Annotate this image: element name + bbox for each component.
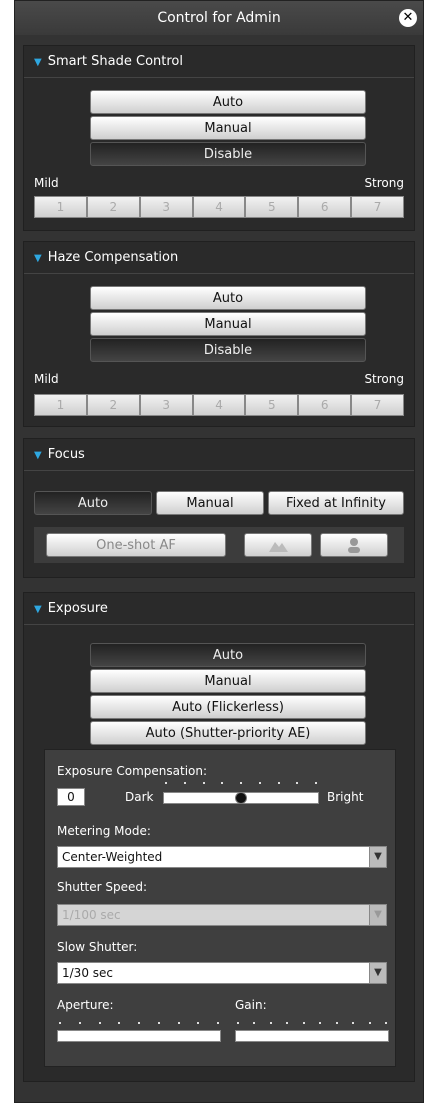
smart-shade-level-2[interactable]: 2 xyxy=(86,196,140,218)
smart-shade-strong-label: Strong xyxy=(364,176,404,190)
smart-shade-level-4[interactable]: 4 xyxy=(192,196,246,218)
control-window: Control for Admin ✕ ▼ Smart Shade Control… xyxy=(14,0,424,1103)
haze-level-5[interactable]: 5 xyxy=(245,394,299,416)
haze-disable-button[interactable]: Disable xyxy=(90,338,366,362)
smart-shade-auto-button[interactable]: Auto xyxy=(90,90,366,114)
exposure-flickerless-button[interactable]: Auto (Flickerless) xyxy=(90,695,366,719)
exposure-panel: ▼ Exposure Auto Manual Auto (Flickerless)… xyxy=(23,592,415,1082)
aperture-ticks xyxy=(59,1022,219,1028)
smart-shade-level-5[interactable]: 5 xyxy=(245,196,299,218)
smart-shade-level-1[interactable]: 1 xyxy=(34,196,87,218)
dark-label: Dark xyxy=(125,790,154,804)
landscape-focus-button[interactable] xyxy=(244,533,312,557)
haze-level-selector: 1 2 3 4 5 6 7 xyxy=(34,394,405,416)
haze-level-6[interactable]: 6 xyxy=(298,394,352,416)
shutter-speed-select[interactable]: 1/100 sec ▼ xyxy=(57,904,387,926)
exposure-title: Exposure xyxy=(47,601,108,616)
bright-label: Bright xyxy=(327,790,364,804)
exposure-settings-group: Exposure Compensation: 0 Dark Bright Met… xyxy=(44,749,396,1067)
compensation-ticks xyxy=(165,782,317,788)
exposure-compensation-value: 0 xyxy=(57,788,85,806)
collapse-triangle-icon: ▼ xyxy=(34,253,42,264)
gain-ticks xyxy=(237,1022,387,1028)
exposure-manual-button[interactable]: Manual xyxy=(90,669,366,693)
portrait-focus-button[interactable] xyxy=(320,533,388,557)
exposure-compensation-slider[interactable] xyxy=(163,792,319,804)
smart-shade-disable-button[interactable]: Disable xyxy=(90,142,366,166)
focus-title: Focus xyxy=(47,447,85,462)
haze-mild-label: Mild xyxy=(34,372,59,386)
haze-level-1[interactable]: 1 xyxy=(34,394,87,416)
focus-actions-area: One-shot AF xyxy=(34,527,404,563)
exposure-shutter-priority-button[interactable]: Auto (Shutter-priority AE) xyxy=(90,721,366,745)
metering-mode-select[interactable]: Center-Weighted ▼ xyxy=(57,846,387,868)
haze-panel: ▼ Haze Compensation Auto Manual Disable M… xyxy=(23,241,415,427)
focus-manual-button[interactable]: Manual xyxy=(156,491,264,515)
collapse-triangle-icon: ▼ xyxy=(34,450,42,461)
aperture-slider[interactable] xyxy=(57,1030,221,1042)
smart-shade-level-selector: 1 2 3 4 5 6 7 xyxy=(34,196,405,218)
haze-level-7[interactable]: 7 xyxy=(351,394,405,416)
slow-shutter-label: Slow Shutter: xyxy=(57,940,138,954)
window-footer xyxy=(15,1084,423,1102)
slider-knob[interactable] xyxy=(235,792,247,804)
one-shot-af-button[interactable]: One-shot AF xyxy=(46,533,226,557)
exposure-auto-button[interactable]: Auto xyxy=(90,643,366,667)
metering-mode-value: Center-Weighted xyxy=(62,850,163,864)
gain-label: Gain: xyxy=(235,998,267,1012)
slow-shutter-value: 1/30 sec xyxy=(62,966,113,980)
haze-level-2[interactable]: 2 xyxy=(86,394,140,416)
exposure-header[interactable]: ▼ Exposure xyxy=(24,593,414,625)
gain-slider[interactable] xyxy=(235,1030,389,1042)
smart-shade-level-6[interactable]: 6 xyxy=(298,196,352,218)
smart-shade-title: Smart Shade Control xyxy=(47,54,183,69)
smart-shade-panel: ▼ Smart Shade Control Auto Manual Disable… xyxy=(23,45,415,231)
haze-auto-button[interactable]: Auto xyxy=(90,286,366,310)
collapse-triangle-icon: ▼ xyxy=(34,57,42,68)
chevron-down-icon[interactable]: ▼ xyxy=(369,905,386,925)
smart-shade-manual-button[interactable]: Manual xyxy=(90,116,366,140)
haze-level-3[interactable]: 3 xyxy=(139,394,193,416)
haze-title: Haze Compensation xyxy=(47,250,179,265)
smart-shade-mild-label: Mild xyxy=(34,176,59,190)
focus-panel: ▼ Focus Auto Manual Fixed at Infinity One… xyxy=(23,438,415,578)
smart-shade-header[interactable]: ▼ Smart Shade Control xyxy=(24,46,414,78)
smart-shade-level-3[interactable]: 3 xyxy=(139,196,193,218)
person-icon xyxy=(348,538,360,553)
window-title: Control for Admin xyxy=(157,10,281,26)
smart-shade-level-7[interactable]: 7 xyxy=(351,196,405,218)
haze-level-4[interactable]: 4 xyxy=(192,394,246,416)
focus-header[interactable]: ▼ Focus xyxy=(24,439,414,471)
haze-header[interactable]: ▼ Haze Compensation xyxy=(24,242,414,274)
mountain-icon xyxy=(269,542,288,552)
close-icon[interactable]: ✕ xyxy=(399,9,417,27)
aperture-label: Aperture: xyxy=(57,998,114,1012)
exposure-compensation-label: Exposure Compensation: xyxy=(57,764,208,778)
haze-manual-button[interactable]: Manual xyxy=(90,312,366,336)
haze-strong-label: Strong xyxy=(364,372,404,386)
chevron-down-icon[interactable]: ▼ xyxy=(369,963,386,983)
shutter-speed-label: Shutter Speed: xyxy=(57,880,148,894)
metering-mode-label: Metering Mode: xyxy=(57,824,151,838)
slow-shutter-select[interactable]: 1/30 sec ▼ xyxy=(57,962,387,984)
focus-auto-button[interactable]: Auto xyxy=(34,491,152,515)
window-titlebar: Control for Admin ✕ xyxy=(15,1,423,35)
shutter-speed-value: 1/100 sec xyxy=(62,908,121,922)
collapse-triangle-icon: ▼ xyxy=(34,604,42,615)
focus-infinity-button[interactable]: Fixed at Infinity xyxy=(268,491,404,515)
chevron-down-icon[interactable]: ▼ xyxy=(369,847,386,867)
